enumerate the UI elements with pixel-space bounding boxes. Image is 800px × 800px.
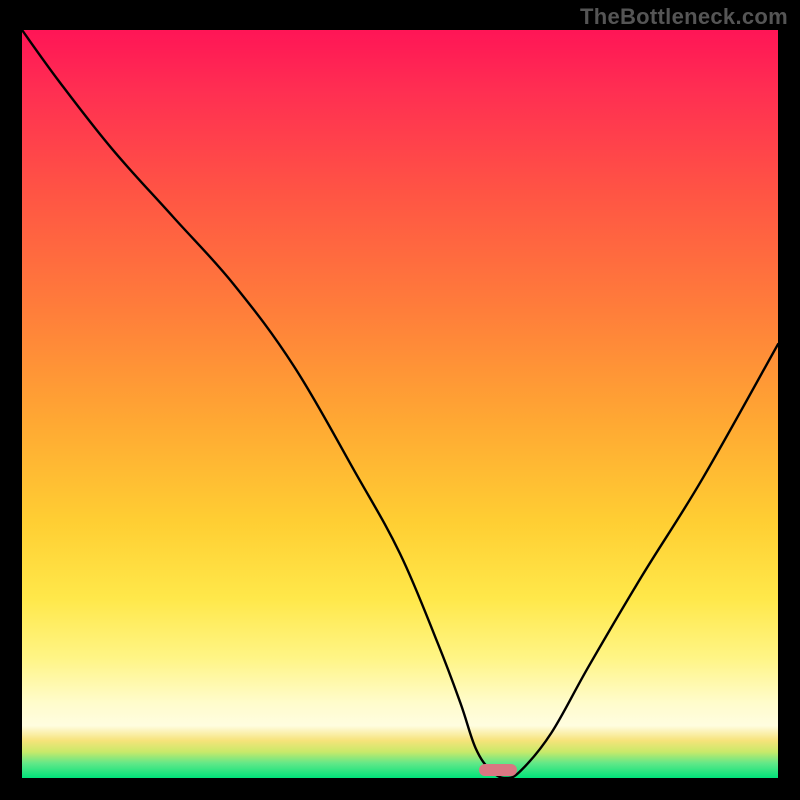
watermark-text: TheBottleneck.com [580, 4, 788, 30]
optimum-marker [479, 764, 517, 776]
chart-frame: TheBottleneck.com [0, 0, 800, 800]
plot-area [22, 30, 778, 778]
bottleneck-curve [22, 30, 778, 778]
bottleneck-curve-path [22, 30, 778, 778]
